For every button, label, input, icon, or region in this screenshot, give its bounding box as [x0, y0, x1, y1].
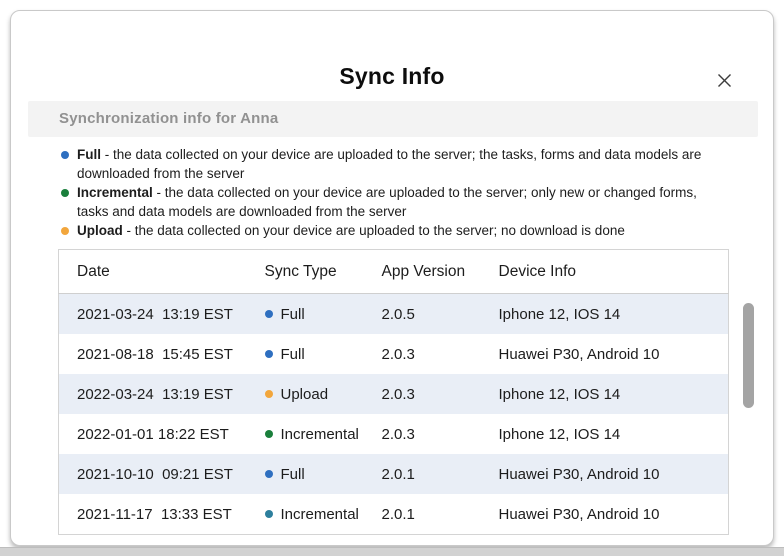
cell-sync-type: Full	[265, 294, 364, 334]
legend-label: Full	[77, 147, 101, 162]
legend-description: - the data collected on your device are …	[77, 147, 701, 181]
cell-device-info: Iphone 12, IOS 14	[481, 374, 729, 414]
table-row: 2021-08-18 15:45 EST Full 2.0.3 Huawei P…	[59, 334, 729, 374]
legend-item: Upload - the data collected on your devi…	[61, 221, 751, 240]
cell-app-version: 2.0.1	[364, 454, 481, 494]
cell-date: 2021-03-24 13:19 EST	[59, 294, 247, 335]
sync-type-dot-icon	[265, 310, 273, 318]
close-button[interactable]	[712, 68, 736, 92]
sync-info-modal: Sync Info Synchronization info for Anna …	[10, 10, 774, 546]
sync-type-label: Full	[281, 306, 305, 323]
cell-device-info: Iphone 12, IOS 14	[481, 414, 729, 454]
legend-dot-icon	[61, 189, 69, 197]
cell-date: 2022-03-24 13:19 EST	[59, 374, 247, 414]
sync-type-label: Full	[281, 346, 305, 363]
sync-history-table: DateSync TypeApp VersionDevice Info 2021…	[58, 249, 729, 535]
legend-description: - the data collected on your device are …	[127, 223, 625, 238]
legend-description: - the data collected on your device are …	[77, 185, 697, 219]
cell-app-version: 2.0.1	[364, 494, 481, 535]
table-header-row: DateSync TypeApp VersionDevice Info	[59, 250, 729, 294]
column-header: Date	[59, 250, 247, 294]
scrollbar-thumb[interactable]	[743, 303, 754, 408]
legend-item: Full - the data collected on your device…	[61, 145, 751, 183]
close-icon	[717, 73, 732, 88]
table-row: 2021-11-17 13:33 EST Incremental 2.0.1 H…	[59, 494, 729, 535]
cell-device-info: Huawei P30, Android 10	[481, 494, 729, 535]
sync-type-dot-icon	[265, 510, 273, 518]
sync-type-dot-icon	[265, 350, 273, 358]
sync-type-dot-icon	[265, 470, 273, 478]
modal-title: Sync Info	[11, 63, 773, 90]
sync-type-label: Incremental	[281, 506, 359, 523]
cell-sync-type: Incremental	[265, 414, 364, 454]
cell-app-version: 2.0.3	[364, 414, 481, 454]
cell-app-version: 2.0.5	[364, 294, 481, 335]
column-header: Device Info	[481, 250, 729, 294]
cell-date: 2021-10-10 09:21 EST	[59, 454, 247, 494]
cell-sync-type: Incremental	[265, 494, 364, 534]
table-row: 2022-01-01 18:22 EST Incremental 2.0.3 I…	[59, 414, 729, 454]
cell-sync-type: Full	[265, 454, 364, 494]
page-background-strip	[0, 547, 784, 556]
legend-label: Upload	[77, 223, 123, 238]
cell-date: 2021-11-17 13:33 EST	[59, 494, 247, 535]
table-row: 2021-10-10 09:21 EST Full 2.0.1 Huawei P…	[59, 454, 729, 494]
sync-type-label: Upload	[281, 386, 329, 403]
cell-device-info: Iphone 12, IOS 14	[481, 294, 729, 335]
cell-sync-type: Upload	[265, 374, 364, 414]
cell-date: 2022-01-01 18:22 EST	[59, 414, 247, 454]
cell-date: 2021-08-18 15:45 EST	[59, 334, 247, 374]
legend-item: Incremental - the data collected on your…	[61, 183, 751, 221]
legend-label: Incremental	[77, 185, 153, 200]
table-row: 2022-03-24 13:19 EST Upload 2.0.3 Iphone…	[59, 374, 729, 414]
sync-type-dot-icon	[265, 430, 273, 438]
cell-sync-type: Full	[265, 334, 364, 374]
table-row: 2021-03-24 13:19 EST Full 2.0.5 Iphone 1…	[59, 294, 729, 335]
sync-type-legend: Full - the data collected on your device…	[61, 145, 751, 240]
legend-dot-icon	[61, 227, 69, 235]
sync-type-dot-icon	[265, 390, 273, 398]
section-header: Synchronization info for Anna	[28, 101, 758, 137]
legend-dot-icon	[61, 151, 69, 159]
cell-app-version: 2.0.3	[364, 334, 481, 374]
column-header: App Version	[364, 250, 481, 294]
column-header: Sync Type	[247, 250, 364, 294]
cell-app-version: 2.0.3	[364, 374, 481, 414]
sync-type-label: Incremental	[281, 426, 359, 443]
cell-device-info: Huawei P30, Android 10	[481, 334, 729, 374]
sync-type-label: Full	[281, 466, 305, 483]
cell-device-info: Huawei P30, Android 10	[481, 454, 729, 494]
